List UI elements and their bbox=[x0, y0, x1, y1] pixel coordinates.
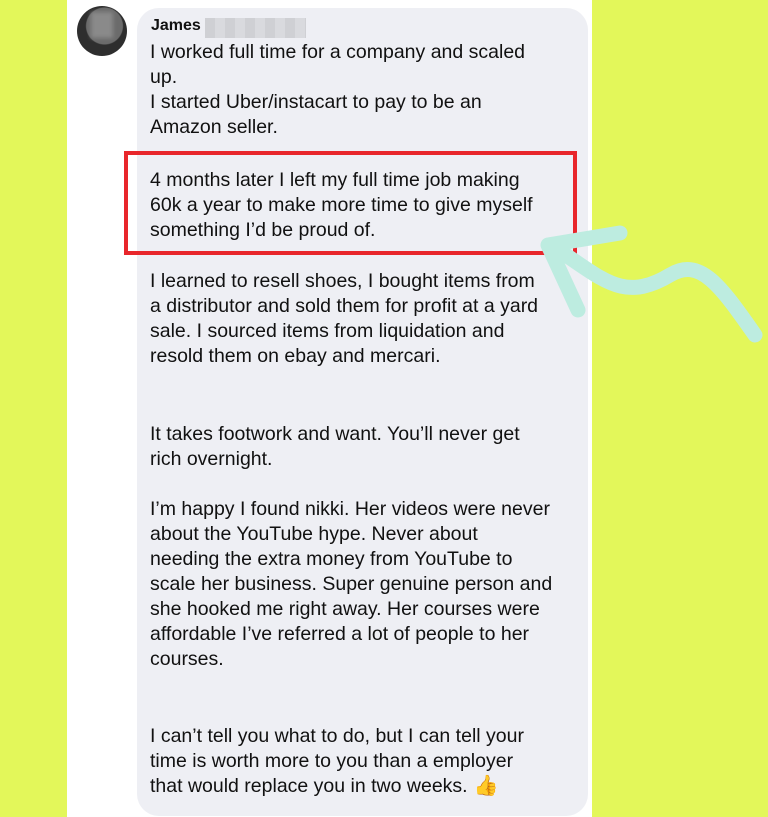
p5-line: she hooked me right away. Her courses we… bbox=[150, 598, 540, 620]
paragraph-6: I can’t tell you what to do, but I can t… bbox=[150, 724, 524, 799]
p3-line: resold them on ebay and mercari. bbox=[150, 345, 441, 367]
paragraph-5: I’m happy I found nikki. Her videos were… bbox=[150, 497, 552, 672]
paragraph-3: I learned to resell shoes, I bought item… bbox=[150, 269, 538, 369]
paragraph-4: It takes footwork and want. You’ll never… bbox=[150, 422, 520, 472]
p6-line: that would replace you in two weeks. 👍 bbox=[150, 774, 524, 799]
avatar[interactable] bbox=[77, 6, 127, 56]
p1-line: Amazon seller. bbox=[150, 116, 278, 138]
thumbs-up-icon: 👍 bbox=[473, 775, 499, 797]
p5-line: affordable I’ve referred a lot of people… bbox=[150, 623, 530, 645]
p4-line: rich overnight. bbox=[150, 448, 273, 470]
p3-line: a distributor and sold them for profit a… bbox=[150, 295, 539, 317]
p6-line: time is worth more to you than a employe… bbox=[150, 750, 514, 772]
p6-line-text: that would replace you in two weeks. bbox=[150, 775, 468, 797]
p4-line: It takes footwork and want. You’ll never… bbox=[150, 423, 520, 445]
p1-line: I worked full time for a company and sca… bbox=[150, 41, 526, 63]
curved-arrow-icon bbox=[540, 225, 763, 343]
p6-line: I can’t tell you what to do, but I can t… bbox=[150, 725, 524, 747]
p5-line: needing the extra money from YouTube to bbox=[150, 548, 513, 570]
highlight-box bbox=[124, 151, 577, 255]
p1-line: I started Uber/instacart to pay to be an bbox=[150, 91, 482, 113]
p5-line: scale her business. Super genuine person… bbox=[150, 573, 553, 595]
p3-line: I learned to resell shoes, I bought item… bbox=[150, 270, 535, 292]
comment-author[interactable]: James bbox=[151, 17, 201, 35]
redacted-surname bbox=[205, 18, 306, 38]
p3-line: sale. I sourced items from liquidation a… bbox=[150, 320, 505, 342]
p5-line: about the YouTube hype. Never about bbox=[150, 523, 478, 545]
p5-line: I’m happy I found nikki. Her videos were… bbox=[150, 498, 550, 520]
avatar-blur bbox=[91, 12, 113, 38]
paragraph-1: I worked full time for a company and sca… bbox=[150, 40, 525, 140]
p1-line: up. bbox=[150, 66, 178, 88]
p5-line: courses. bbox=[150, 648, 224, 670]
